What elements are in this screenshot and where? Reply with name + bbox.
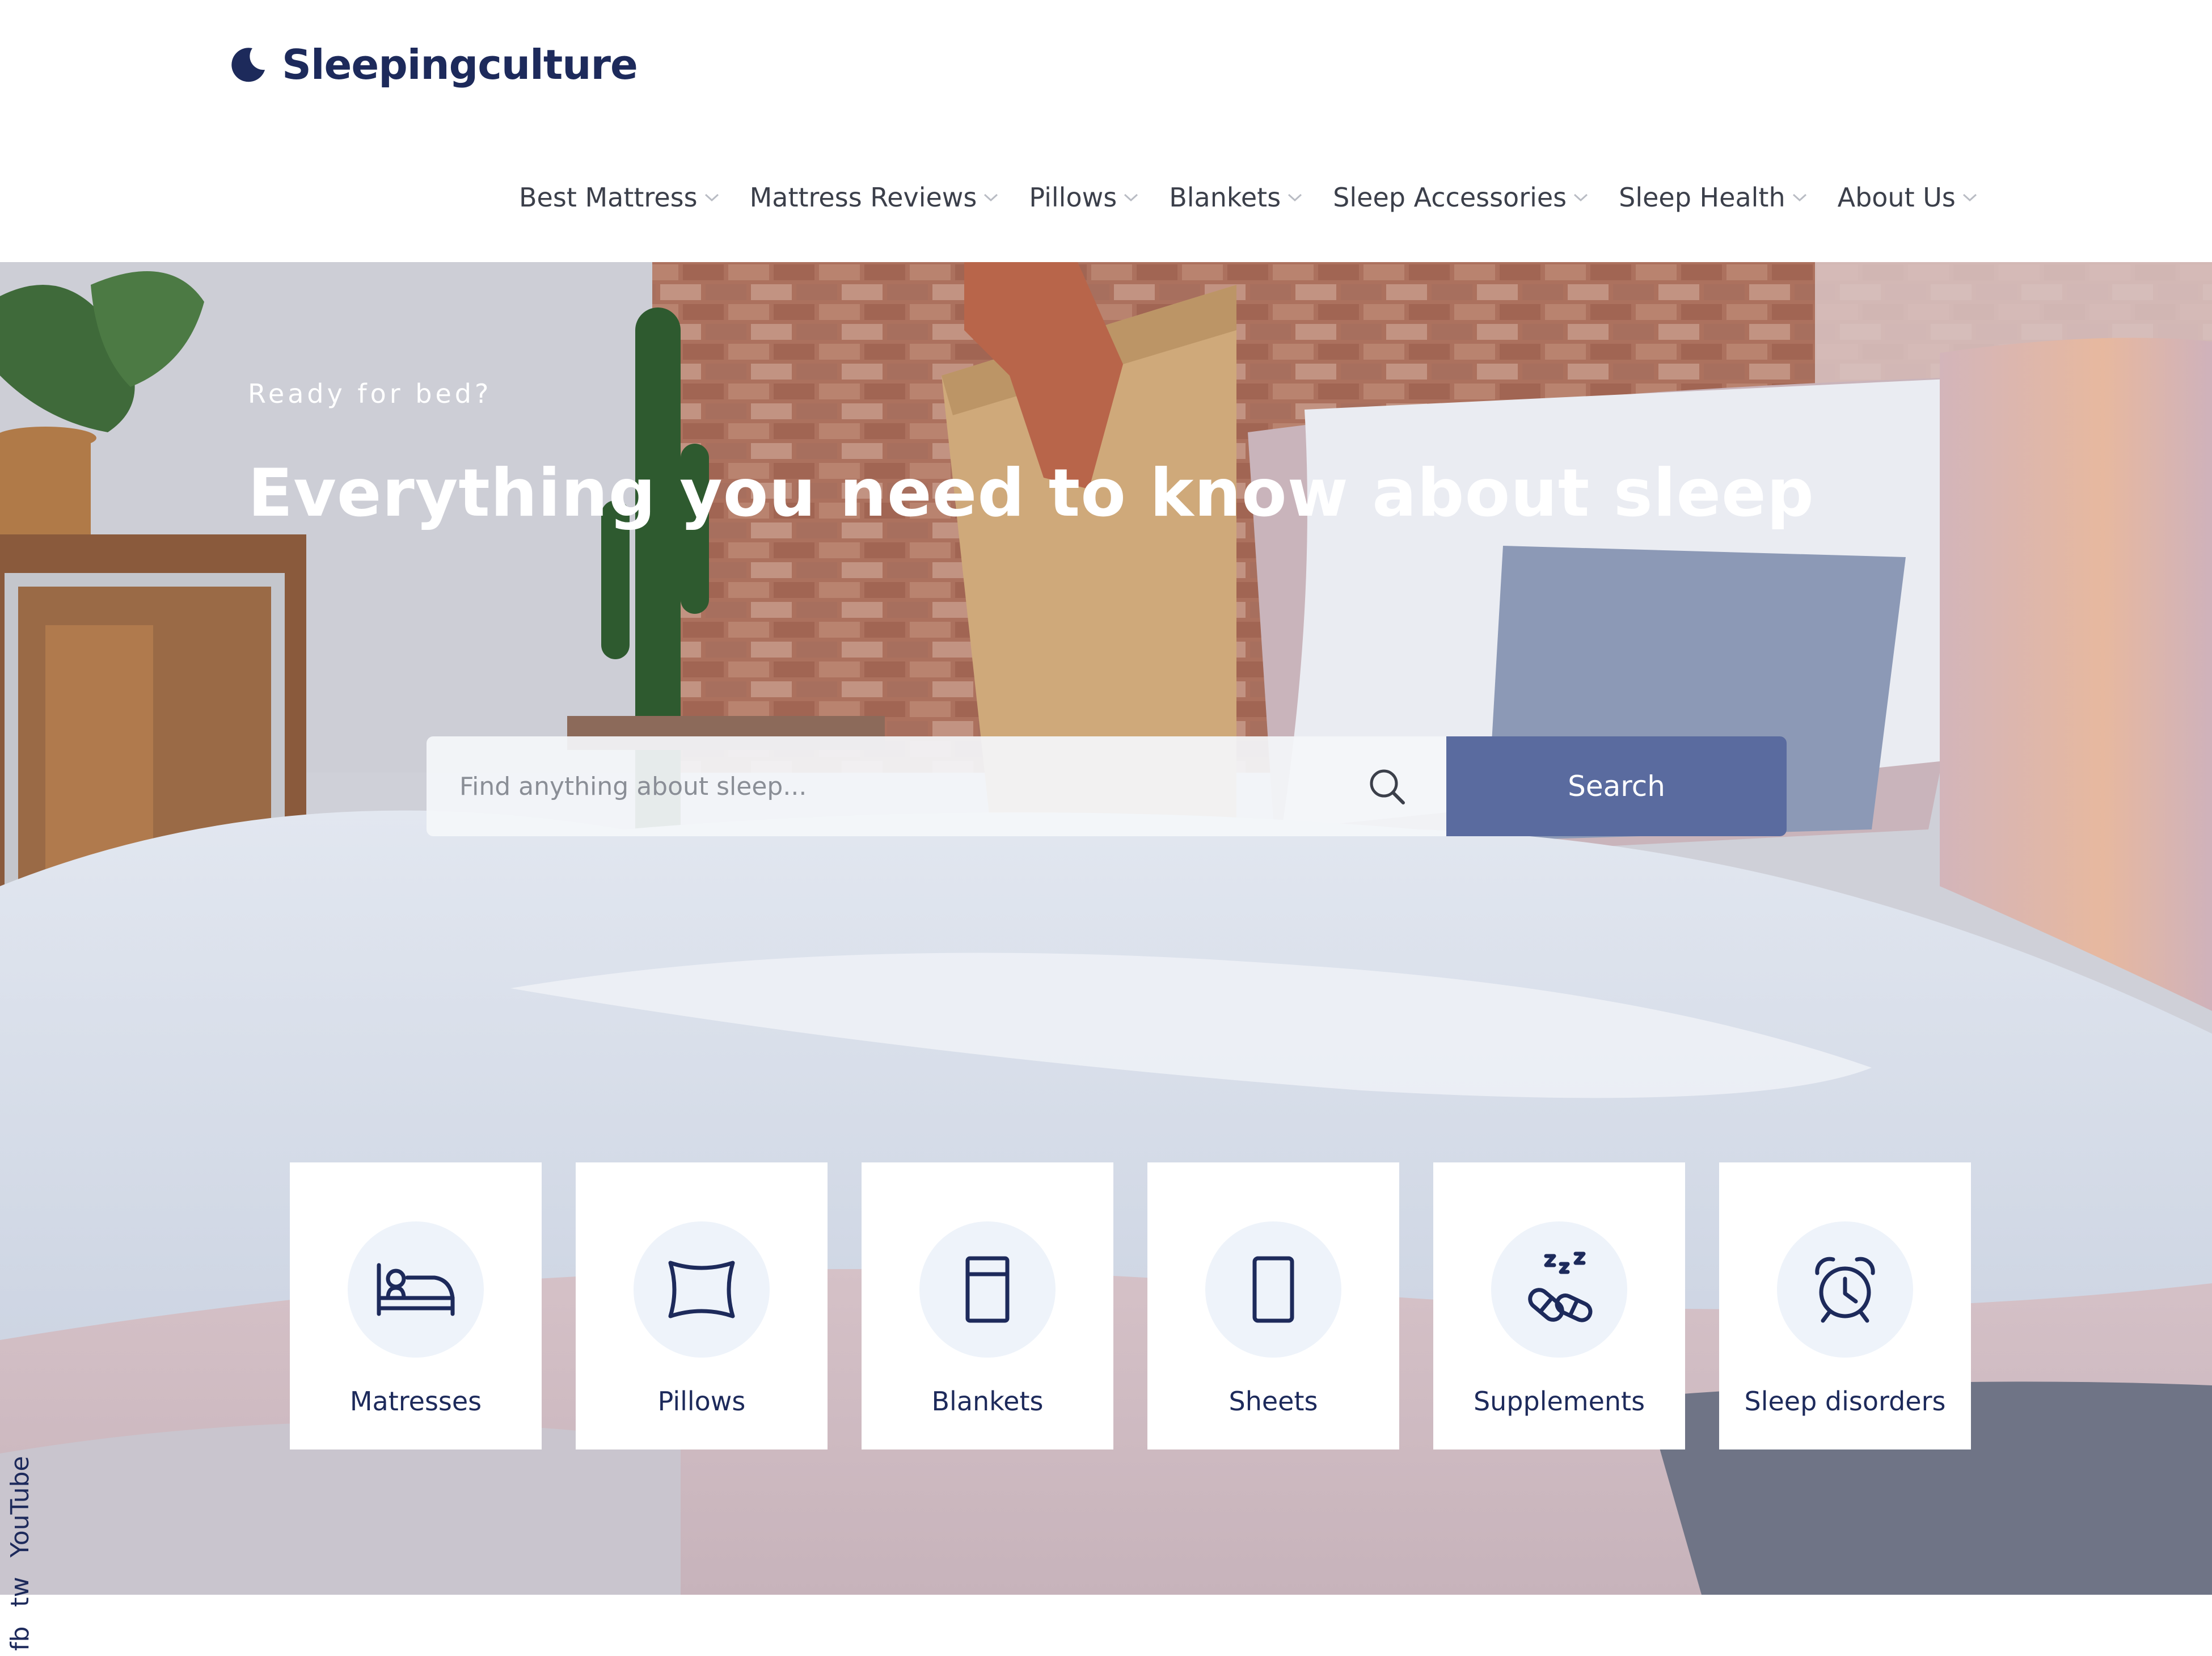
icon-circle bbox=[1205, 1221, 1341, 1358]
icon-circle bbox=[1491, 1221, 1627, 1358]
chevron-down-icon bbox=[1962, 193, 1977, 202]
chevron-down-icon bbox=[704, 193, 719, 202]
site-header: Sleepingculture Best Mattress Mattress R… bbox=[0, 0, 2212, 262]
chevron-down-icon bbox=[1574, 193, 1588, 202]
chevron-down-icon bbox=[984, 193, 998, 202]
nav-item-label: Pillows bbox=[1029, 182, 1117, 213]
nav-item-mattress-reviews[interactable]: Mattress Reviews bbox=[750, 182, 1000, 213]
category-label: Sheets bbox=[1229, 1386, 1318, 1417]
search-input[interactable] bbox=[427, 736, 1367, 836]
category-label: Matresses bbox=[349, 1386, 482, 1417]
nav-item-about-us[interactable]: About Us bbox=[1838, 182, 1978, 213]
social-link-youtube[interactable]: YouTube bbox=[6, 1456, 35, 1557]
alarm-clock-icon bbox=[1815, 1257, 1875, 1323]
category-label: Sleep disorders bbox=[1744, 1386, 1946, 1417]
nav-item-blankets[interactable]: Blankets bbox=[1169, 182, 1303, 213]
category-label: Blankets bbox=[931, 1386, 1044, 1417]
hero-title: Everything you need to know about sleep bbox=[248, 455, 1814, 532]
search-icon[interactable] bbox=[1367, 766, 1407, 806]
category-card-matresses[interactable]: Matresses bbox=[290, 1162, 542, 1449]
bed-icon bbox=[377, 1263, 455, 1316]
blanket-icon bbox=[965, 1256, 1010, 1323]
category-card-sheets[interactable]: Sheets bbox=[1147, 1162, 1399, 1449]
nav-item-label: Blankets bbox=[1169, 182, 1281, 213]
social-links: fb tw YouTube bbox=[6, 1430, 45, 1651]
nav-item-label: About Us bbox=[1837, 182, 1956, 213]
nav-item-sleep-accessories[interactable]: Sleep Accessories bbox=[1333, 182, 1589, 213]
site-logo[interactable]: Sleepingculture bbox=[230, 37, 638, 92]
chevron-down-icon bbox=[1288, 193, 1302, 202]
category-label: Pillows bbox=[657, 1386, 746, 1417]
icon-circle bbox=[634, 1221, 770, 1358]
icon-circle bbox=[1777, 1221, 1913, 1358]
social-link-facebook[interactable]: fb bbox=[6, 1626, 35, 1651]
nav-item-sleep-health[interactable]: Sleep Health bbox=[1619, 182, 1808, 213]
hero-section: Ready for bed? Everything you need to kn… bbox=[0, 262, 2212, 1595]
nav-item-best-mattress[interactable]: Best Mattress bbox=[519, 182, 720, 213]
nav-item-label: Best Mattress bbox=[519, 182, 698, 213]
nav-item-label: Mattress Reviews bbox=[749, 182, 977, 213]
chevron-down-icon bbox=[1792, 193, 1806, 202]
category-card-pillows[interactable]: Pillows bbox=[576, 1162, 828, 1449]
pillow-icon bbox=[668, 1261, 735, 1318]
sheet-icon bbox=[1252, 1256, 1294, 1323]
chevron-down-icon bbox=[1124, 193, 1138, 202]
search-box bbox=[427, 736, 1446, 836]
icon-circle bbox=[919, 1221, 1056, 1358]
nav-item-pillows[interactable]: Pillows bbox=[1029, 182, 1139, 213]
search-button[interactable]: Search bbox=[1446, 736, 1787, 836]
category-label: Supplements bbox=[1473, 1386, 1645, 1417]
hero-eyebrow: Ready for bed? bbox=[248, 378, 492, 409]
brand-name: Sleepingculture bbox=[282, 41, 638, 89]
category-card-sleep-disorders[interactable]: Sleep disorders bbox=[1719, 1162, 1971, 1449]
moon-icon bbox=[231, 48, 265, 82]
social-link-twitter[interactable]: tw bbox=[6, 1577, 35, 1607]
pills-icon bbox=[1528, 1252, 1593, 1322]
category-cards: Matresses Pillows Blankets Sheets Supple… bbox=[290, 1162, 1971, 1449]
nav-item-label: Sleep Accessories bbox=[1333, 182, 1567, 213]
nav-item-label: Sleep Health bbox=[1619, 182, 1785, 213]
category-card-blankets[interactable]: Blankets bbox=[862, 1162, 1113, 1449]
main-nav: Best Mattress Mattress Reviews Pillows B… bbox=[519, 170, 1978, 225]
icon-circle bbox=[348, 1221, 484, 1358]
category-card-supplements[interactable]: Supplements bbox=[1433, 1162, 1685, 1449]
